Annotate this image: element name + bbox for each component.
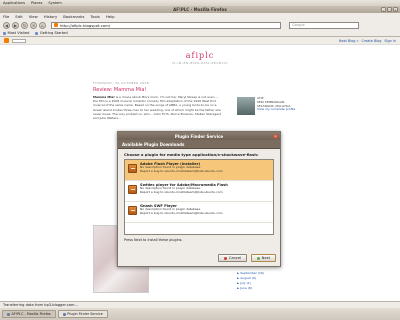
system-menu[interactable]: System [48, 1, 61, 5]
window-titlebar[interactable]: AF!PLC - Mozilla Firefox – □ × [0, 6, 400, 13]
url-bar[interactable]: http://afiplc.blogspot.com/ [51, 21, 281, 29]
blog-post: THURSDAY, 30 OCTOBER 2008 Review: Mamma … [93, 81, 223, 120]
blog-title[interactable]: afiplc [0, 51, 400, 60]
menu-bar: File Edit View History Bookmarks Tools H… [0, 13, 400, 20]
blogger-navbar: Next Blog » Create Blog Sign In [0, 37, 400, 45]
plugin-bug-report: Report a bug to ubuntu-mozillateam@lists… [140, 189, 223, 194]
status-text: Transferring data from bp3.blogger.com..… [3, 303, 78, 307]
bookmark-label: Most Visited [7, 31, 30, 35]
blog-search-input[interactable] [12, 38, 26, 43]
menu-history[interactable]: History [44, 14, 58, 19]
dialog-title: Plugin Finder Service [174, 133, 224, 139]
taskbar-label: AF!PLC - Mozilla Firefox [11, 312, 51, 316]
package-icon [128, 206, 137, 215]
search-placeholder: Google [292, 23, 305, 27]
bookmarks-toolbar: Most Visited Getting Started [0, 30, 400, 37]
navigation-toolbar: ◀ ▶ ↻ ✕ ⌂ http://afiplc.blogspot.com/ Go… [0, 20, 400, 30]
menu-help[interactable]: Help [106, 14, 115, 19]
reload-icon[interactable]: ↻ [21, 21, 28, 29]
url-text: http://afiplc.blogspot.com/ [60, 22, 111, 28]
blogger-favicon-icon [54, 23, 58, 27]
dialog-hint: Press Next to install these plugins. [124, 238, 183, 242]
archive-item[interactable]: ► June (8) [237, 286, 297, 291]
next-button[interactable]: Next [251, 254, 276, 262]
bookmark-icon [35, 31, 39, 35]
folder-icon [3, 31, 6, 35]
taskbar-label: Plugin Finder Service [67, 312, 103, 316]
plugin-bug-report: Report a bug to ubuntu-mozillateam@lists… [140, 210, 223, 215]
cancel-icon [224, 256, 228, 260]
status-bar: Transferring data from bp3.blogger.com..… [0, 301, 400, 308]
window-icon [62, 312, 66, 316]
bookmark-label: Getting Started [39, 31, 68, 35]
dialog-titlebar[interactable]: Plugin Finder Service × [118, 132, 280, 140]
menu-bookmarks[interactable]: Bookmarks [63, 14, 84, 19]
dialog-header: Available Plugin Downloads [118, 140, 280, 149]
gnome-bottom-panel: AF!PLC - Mozilla Firefox Plugin Finder S… [0, 308, 400, 320]
maximize-icon[interactable]: □ [387, 7, 392, 12]
plugin-item-gnash[interactable]: Gnash SWF Player No description found in… [125, 202, 273, 223]
blog-subtitle: IS-IN-EN-BIRK-PAIK-PECBLIC [171, 61, 229, 65]
plugin-item-adobe-flash[interactable]: Adobe Flash Player (installer) No descri… [125, 160, 273, 181]
firefox-icon [7, 312, 10, 316]
post-text: is a movie about Mia's mum, I'm not her.… [93, 95, 222, 121]
cancel-label: Cancel [228, 256, 242, 260]
places-menu[interactable]: Places [31, 1, 42, 5]
next-blog-link[interactable]: Next Blog » [339, 39, 359, 43]
menu-edit[interactable]: Edit [15, 14, 22, 19]
blogger-logo-icon[interactable] [4, 38, 9, 43]
package-icon [128, 185, 137, 194]
menu-file[interactable]: File [3, 14, 9, 19]
cancel-button[interactable]: Cancel [218, 254, 248, 262]
profile-widget: AFIP SERI KEMBANGAN, SELANGOR, MALAYSIA … [237, 96, 297, 115]
package-icon [128, 164, 137, 173]
post-date: THURSDAY, 30 OCTOBER 2008 [93, 81, 150, 85]
bookmark-getting-started[interactable]: Getting Started [35, 31, 68, 35]
taskbar-item-plugin-finder[interactable]: Plugin Finder Service [57, 310, 108, 318]
applications-menu[interactable]: Applications [3, 1, 25, 5]
close-icon[interactable]: × [273, 133, 278, 139]
next-label: Next [261, 256, 270, 260]
stop-icon[interactable]: ✕ [30, 21, 37, 29]
home-icon[interactable]: ⌂ [39, 21, 46, 29]
bookmark-most-visited[interactable]: Most Visited [3, 31, 29, 35]
taskbar-item-firefox[interactable]: AF!PLC - Mozilla Firefox [2, 310, 56, 318]
menu-view[interactable]: View [29, 14, 38, 19]
dialog-prompt: Choose a plugin for media type applicati… [124, 152, 259, 157]
search-input[interactable]: Google [289, 21, 359, 29]
avatar [237, 97, 255, 115]
blog-archive: ► September (16) ► August (9) ► July (1)… [237, 271, 297, 291]
close-icon[interactable]: × [393, 7, 398, 12]
post-title[interactable]: Review: Mamma Mia! [93, 87, 223, 93]
next-icon [257, 256, 261, 260]
forward-icon[interactable]: ▶ [12, 21, 19, 29]
plugin-item-swfdec[interactable]: Swfdec player for Adobe/Macromedia Flash… [125, 181, 273, 202]
plugin-bug-report: Report a bug to ubuntu-mozillateam@lists… [140, 168, 223, 173]
plugin-finder-dialog: Plugin Finder Service × Available Plugin… [117, 131, 281, 267]
post-body: Mamma Mia! is a movie about Mia's mum, I… [93, 95, 223, 120]
back-icon[interactable]: ◀ [3, 21, 10, 29]
create-blog-link[interactable]: Create Blog [362, 39, 382, 43]
minimize-icon[interactable]: – [381, 7, 386, 12]
menu-tools[interactable]: Tools [90, 14, 99, 19]
sign-in-link[interactable]: Sign In [384, 39, 396, 43]
plugin-list: Adobe Flash Player (installer) No descri… [124, 159, 274, 235]
window-title: AF!PLC - Mozilla Firefox [173, 7, 227, 12]
